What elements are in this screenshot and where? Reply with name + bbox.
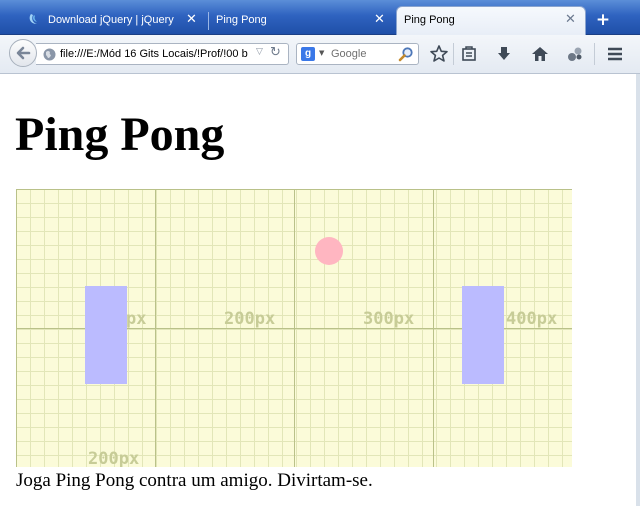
globe-icon [43, 48, 56, 61]
ruler-label: 200px [88, 449, 140, 467]
window-edge [636, 74, 640, 506]
tab-title: Download jQuery | jQuery [48, 14, 174, 26]
toolbar-separator [594, 43, 595, 65]
tab-download-jquery[interactable]: Download jQuery | jQuery ✕ [18, 8, 208, 34]
jquery-icon [29, 14, 37, 24]
navigation-toolbar: file:///E:/Mód 16 Gits Locais/!Prof/!00 … [0, 35, 640, 74]
url-text[interactable]: file:///E:/Mód 16 Gits Locais/!Prof/!00 … [60, 48, 252, 60]
page-title: Ping Pong [15, 108, 225, 161]
star-icon[interactable] [429, 44, 449, 64]
menu-icon[interactable] [605, 44, 625, 64]
close-tab-icon[interactable]: ✕ [565, 12, 576, 27]
ping-pong-canvas[interactable]: px 200px 300px 400px 200px [16, 189, 572, 467]
search-placeholder[interactable]: Google [331, 48, 366, 60]
magnifier-icon[interactable] [398, 46, 414, 62]
close-tab-icon[interactable]: ✕ [374, 12, 385, 27]
back-button[interactable] [9, 39, 37, 67]
reload-icon[interactable]: ↻ [270, 45, 281, 60]
search-bar[interactable]: g ▼ Google [296, 43, 419, 65]
tab-title: Ping Pong [404, 14, 455, 26]
ruler-label: 200px [224, 309, 276, 329]
home-icon[interactable] [530, 44, 550, 64]
search-engine-dropdown-icon[interactable]: ▼ [319, 49, 324, 57]
ruler-label: px [126, 309, 147, 329]
google-icon[interactable]: g [301, 47, 315, 61]
tab-title: Ping Pong [216, 14, 267, 26]
download-icon[interactable] [494, 44, 514, 64]
ruler-label: 400px [506, 309, 558, 329]
ruler-label: 300px [363, 309, 415, 329]
back-icon [16, 46, 31, 60]
toolbar-separator [453, 43, 454, 65]
left-paddle[interactable] [85, 286, 127, 384]
game-description: Joga Ping Pong contra um amigo. Divirtam… [16, 470, 373, 491]
tab-strip: Download jQuery | jQuery ✕ Ping Pong ✕ P… [0, 0, 640, 35]
close-tab-icon[interactable]: ✕ [186, 12, 197, 27]
ball [315, 237, 343, 265]
tab-ping-pong[interactable]: Ping Pong ✕ [209, 8, 395, 34]
reading-list-icon[interactable] [459, 44, 479, 64]
addon-icon[interactable] [565, 44, 585, 64]
right-paddle[interactable] [462, 286, 504, 384]
url-bar[interactable]: file:///E:/Mód 16 Gits Locais/!Prof/!00 … [36, 43, 289, 65]
history-dropdown-icon[interactable]: ▽ [256, 47, 263, 57]
tab-ping-pong-active[interactable]: Ping Pong ✕ [396, 6, 586, 35]
new-tab-button[interactable]: + [592, 10, 614, 30]
